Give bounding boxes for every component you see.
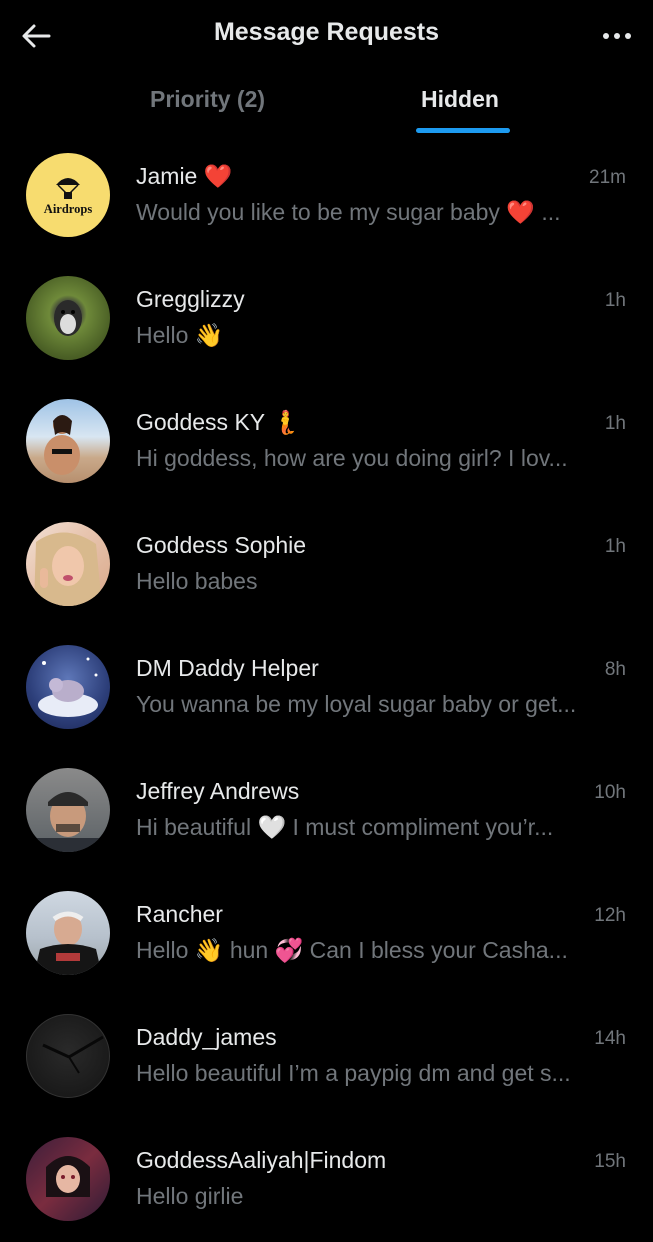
timestamp: 14h	[594, 1028, 626, 1049]
timestamp: 1h	[604, 413, 626, 434]
avatar[interactable]	[26, 1014, 110, 1098]
timestamp: 21m	[589, 167, 626, 188]
message-preview: Hi beautiful 🤍 I must compliment you’r..…	[136, 814, 554, 840]
avatar[interactable]	[26, 768, 110, 852]
avatar[interactable]	[26, 522, 110, 606]
avatar[interactable]	[26, 1137, 110, 1221]
list-item[interactable]: GoddessAaliyah|Findom 15h Hello girlie	[0, 1119, 653, 1242]
page-title: Message Requests	[213, 18, 440, 46]
list-item[interactable]: Daddy_james 14h Hello beautiful I’m a pa…	[0, 996, 653, 1119]
avatar[interactable]	[26, 645, 110, 729]
message-preview: Hello beautiful I’m a paypig dm and get …	[136, 1060, 571, 1086]
avatar[interactable]	[26, 399, 110, 483]
sender-name: Jeffrey Andrews	[136, 778, 300, 804]
list-item[interactable]: DM Daddy Helper 8h You wanna be my loyal…	[0, 627, 653, 750]
watch-photo-icon	[42, 1035, 104, 1074]
timestamp: 10h	[594, 782, 626, 803]
sender-name: Goddess Sophie	[136, 532, 307, 558]
more-options-button[interactable]	[599, 18, 635, 54]
message-preview: Hello girlie	[136, 1183, 244, 1209]
message-preview: You wanna be my loyal sugar baby or get.…	[136, 691, 577, 717]
sender-name: Goddess KY 🧜	[136, 409, 300, 435]
message-preview: Hello 👋	[136, 322, 224, 348]
timestamp: 1h	[604, 536, 626, 557]
message-preview: Hello 👋 hun 💞 Can I bless your Casha...	[136, 937, 568, 963]
active-tab-indicator	[416, 128, 510, 133]
avatar[interactable]: Airdrops	[26, 153, 110, 237]
message-preview: Hi goddess, how are you doing girl? I lo…	[136, 445, 568, 471]
list-item[interactable]: Airdrops Jamie ❤️ 21m Would you like to …	[0, 135, 653, 258]
list-item[interactable]: Rancher 12h Hello 👋 hun 💞 Can I bless yo…	[0, 873, 653, 996]
tab-bar: Priority (2) Hidden	[0, 72, 653, 134]
anime-photo-icon	[46, 1156, 90, 1197]
list-item[interactable]: Goddess Sophie 1h Hello babes	[0, 504, 653, 627]
tab-hidden[interactable]: Hidden	[421, 86, 499, 113]
older-man-photo-icon	[34, 911, 102, 975]
top-bar: Message Requests	[0, 0, 653, 70]
list-item[interactable]: Jeffrey Andrews 10h Hi beautiful 🤍 I mus…	[0, 750, 653, 873]
list-item[interactable]: Gregglizzy 1h Hello 👋	[0, 258, 653, 381]
parachute-box-icon	[56, 178, 80, 199]
sender-name: GoddessAaliyah|Findom	[136, 1147, 387, 1173]
timestamp: 15h	[594, 1151, 626, 1172]
sender-name: Gregglizzy	[136, 286, 245, 312]
avatar[interactable]	[26, 276, 110, 360]
cat-cloud-photo-icon	[38, 657, 98, 717]
sender-name: Rancher	[136, 901, 223, 927]
beach-photo-icon	[44, 415, 80, 475]
message-preview: Hello babes	[136, 568, 258, 594]
sender-name: Daddy_james	[136, 1024, 277, 1050]
selfie-photo-icon	[34, 532, 102, 606]
message-preview: Would you like to be my sugar baby ❤️ ..…	[136, 199, 561, 225]
list-item[interactable]: Goddess KY 🧜 1h Hi goddess, how are you …	[0, 381, 653, 504]
man-cap-photo-icon	[36, 792, 100, 852]
timestamp: 12h	[594, 905, 626, 926]
sender-name: Jamie ❤️	[136, 163, 233, 189]
tab-priority[interactable]: Priority (2)	[150, 86, 265, 113]
dog-photo-icon	[54, 300, 82, 336]
avatar-label: Airdrops	[43, 202, 93, 216]
timestamp: 1h	[604, 290, 626, 311]
avatar[interactable]	[26, 891, 110, 975]
timestamp: 8h	[604, 659, 626, 680]
more-horizontal-icon	[603, 33, 631, 39]
sender-name: DM Daddy Helper	[136, 655, 319, 681]
